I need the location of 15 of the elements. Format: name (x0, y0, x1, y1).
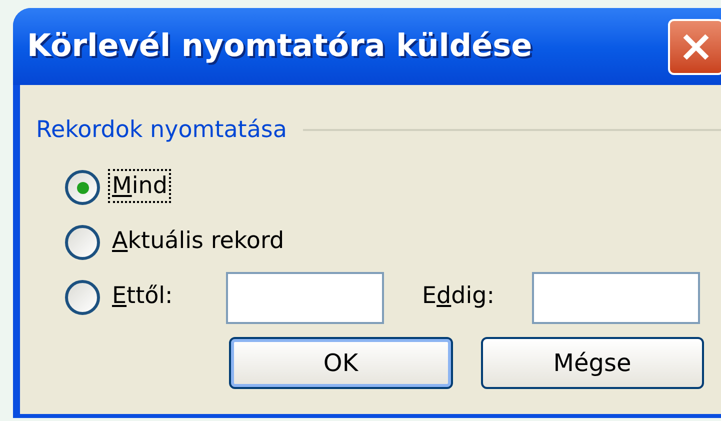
group-title: Rekordok nyomtatása (36, 116, 287, 145)
window-title: Körlevél nyomtatóra küldése (27, 27, 532, 66)
dialog-button[interactable]: OK (229, 336, 452, 388)
close-icon (681, 32, 711, 62)
radio-button[interactable] (65, 225, 100, 260)
option-label: Ettől: (111, 282, 174, 311)
to-field[interactable] (532, 272, 700, 324)
option-label: Mind (110, 171, 170, 201)
dialog-button[interactable]: Mégse (480, 336, 704, 388)
option-label: Aktuális rekord (111, 227, 286, 256)
from-field[interactable] (226, 272, 384, 324)
radio-button[interactable] (65, 170, 100, 205)
close-button[interactable] (668, 18, 721, 74)
to-label: Eddig: (421, 282, 496, 311)
radio-button[interactable] (65, 280, 100, 315)
